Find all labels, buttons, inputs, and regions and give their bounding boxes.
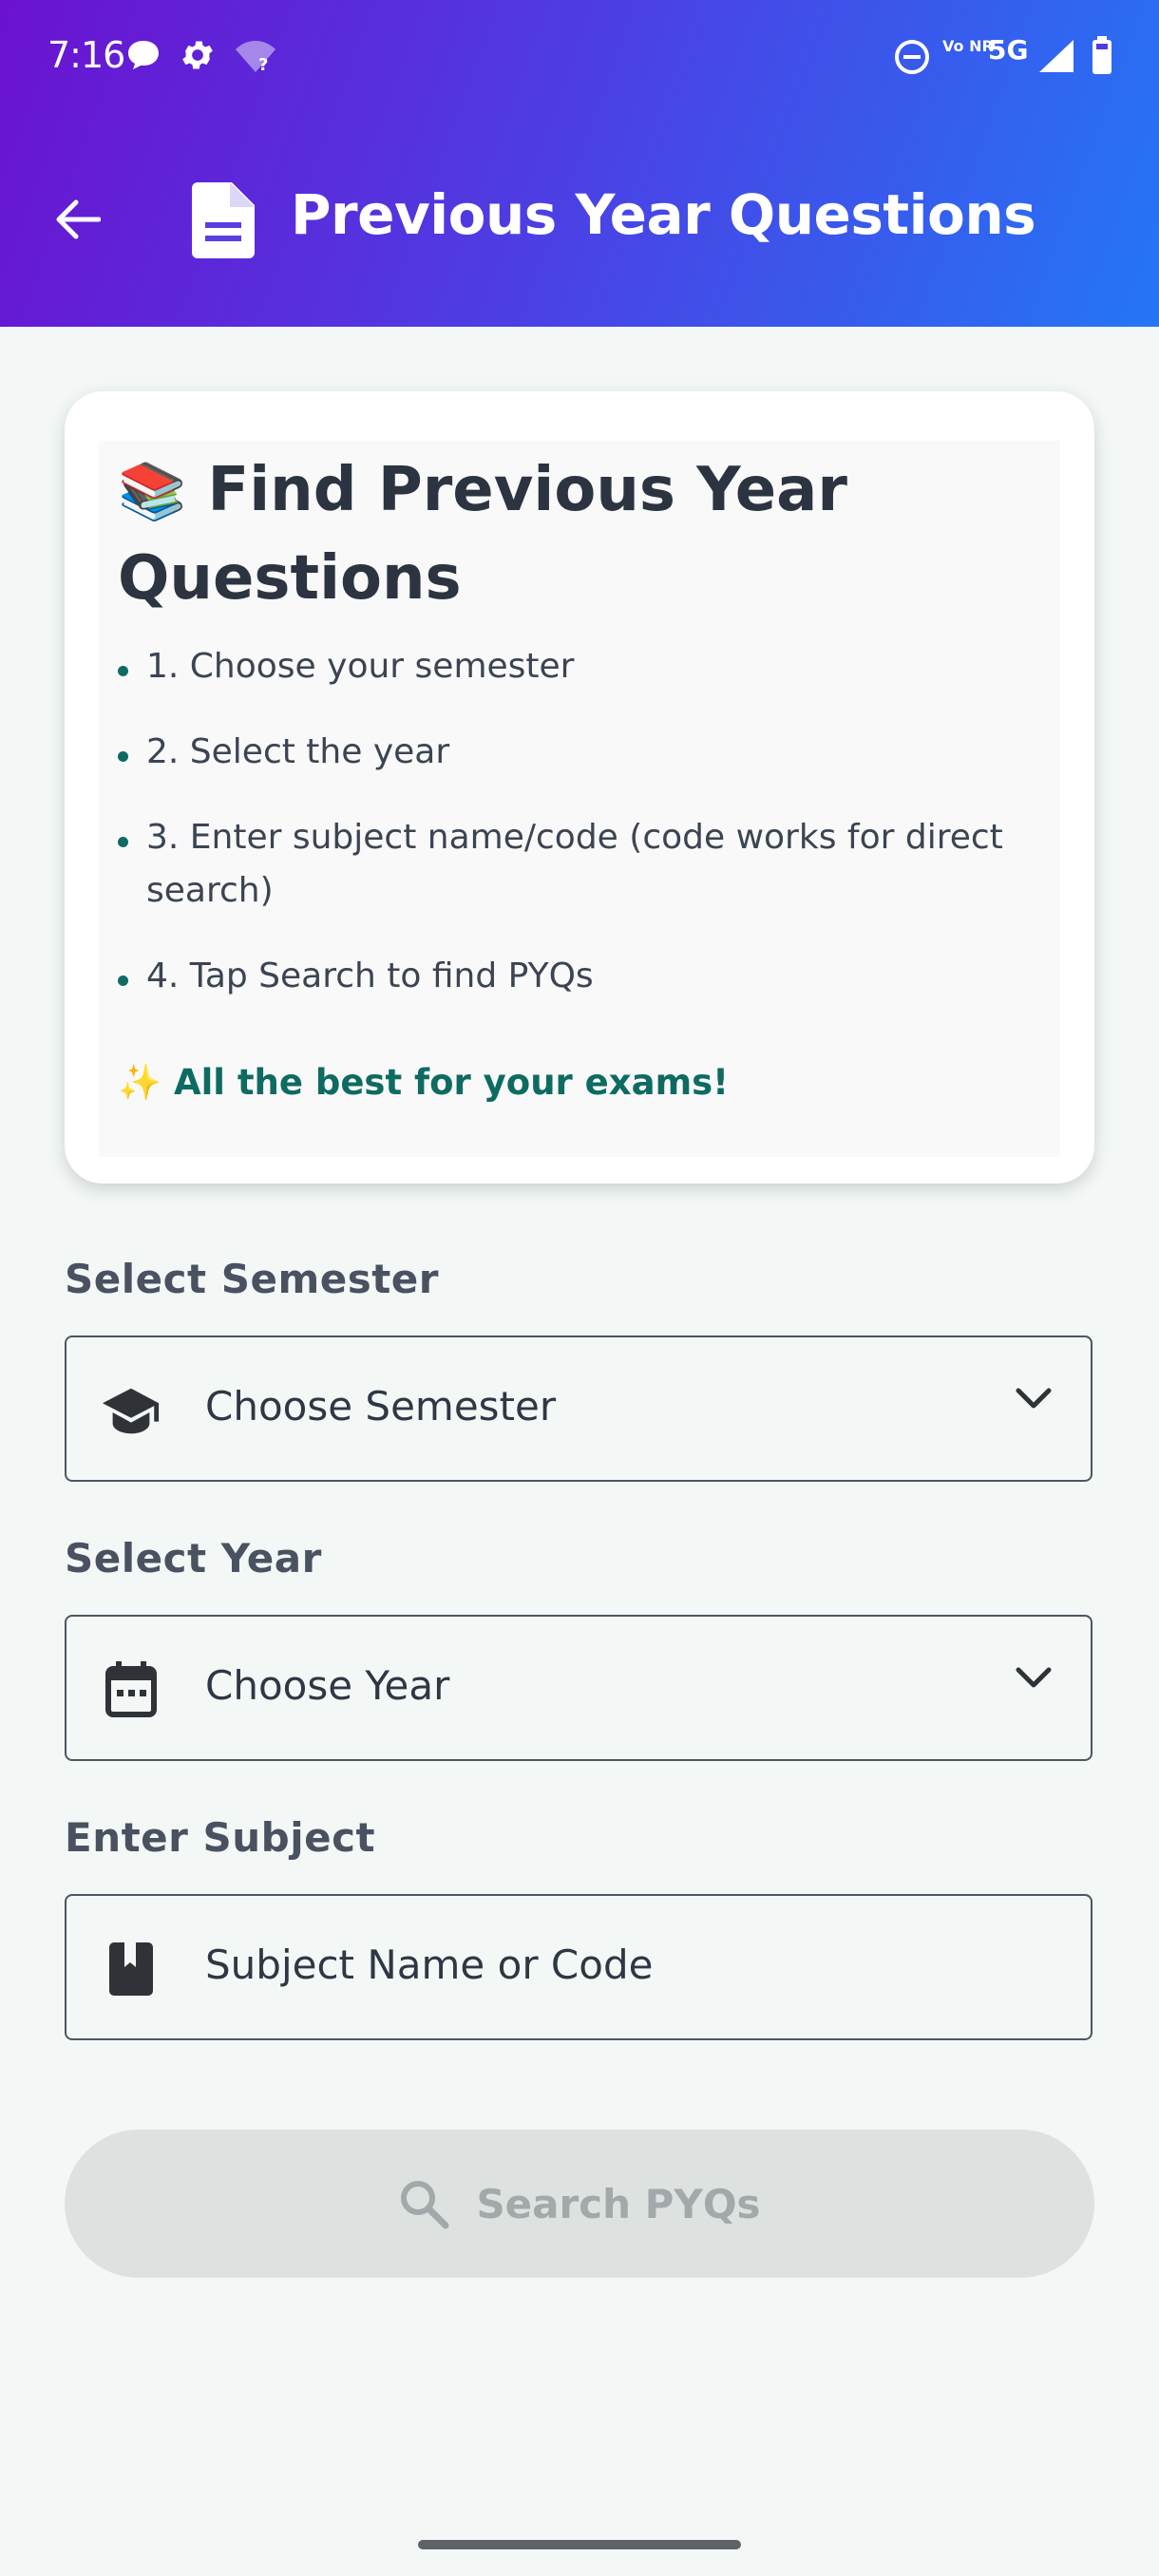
book-icon <box>101 1939 162 1999</box>
books-emoji-icon: 📚 <box>118 459 187 523</box>
instruction-step-text: 1. Choose your semester <box>146 647 575 686</box>
volte-indicator: Vo NR <box>942 37 994 55</box>
bullet-dot <box>118 666 128 676</box>
chevron-down-icon <box>1015 1387 1053 1415</box>
instructions-card: 📚 Find Previous Year Questions 1. Choose… <box>65 391 1094 1184</box>
bullet-dot <box>118 751 128 762</box>
chat-bubble-icon <box>125 38 162 76</box>
subject-input[interactable]: Subject Name or Code <box>65 1894 1092 2040</box>
instruction-step-text: 3. Enter subject name/code (code works f… <box>146 818 1003 910</box>
settings-gear-icon <box>179 36 217 78</box>
semester-label: Select Semester <box>65 1256 439 1302</box>
svg-text:?: ? <box>258 55 268 74</box>
search-pyqs-button[interactable]: Search PYQs <box>65 2130 1094 2278</box>
good-luck-text: All the best for your exams! <box>173 1062 730 1103</box>
status-bar: 7:16 ? Vo NR 5G <box>0 0 1159 114</box>
bullet-dot <box>118 975 128 986</box>
home-indicator[interactable] <box>418 2540 741 2549</box>
subject-label: Enter Subject <box>65 1814 376 1861</box>
app-header: 7:16 ? Vo NR 5G Previous Year Questions <box>0 0 1159 327</box>
subject-input-placeholder: Subject Name or Code <box>205 1941 654 1988</box>
calendar-icon <box>101 1659 162 1720</box>
status-time: 7:16 <box>48 34 125 76</box>
good-luck-message: ✨ All the best for your exams! <box>118 1062 729 1104</box>
semester-dropdown[interactable]: Choose Semester <box>65 1335 1092 1482</box>
instructions-title: 📚 Find Previous Year Questions <box>118 446 1049 622</box>
back-button[interactable] <box>44 186 110 253</box>
wifi-unknown-icon: ? <box>234 38 277 78</box>
arrow-left-icon <box>56 199 101 239</box>
document-icon <box>192 182 255 262</box>
sparkles-emoji-icon: ✨ <box>118 1062 162 1103</box>
chevron-down-icon <box>1015 1666 1053 1695</box>
battery-icon <box>1091 36 1113 80</box>
year-dropdown[interactable]: Choose Year <box>65 1615 1092 1761</box>
semester-selected-value: Choose Semester <box>205 1383 557 1430</box>
search-button-label: Search PYQs <box>476 2180 761 2227</box>
network-type-label: 5G <box>988 34 1029 66</box>
instruction-step-text: 4. Tap Search to find PYQs <box>146 957 594 995</box>
instruction-step-text: 2. Select the year <box>146 732 450 771</box>
instructions-panel: 📚 Find Previous Year Questions 1. Choose… <box>99 441 1060 1157</box>
instructions-title-text: Find Previous Year Questions <box>118 455 847 614</box>
do-not-disturb-icon <box>893 38 931 80</box>
page-title: Previous Year Questions <box>291 182 1036 247</box>
bullet-dot <box>118 837 128 847</box>
year-selected-value: Choose Year <box>205 1662 450 1709</box>
search-icon <box>398 2178 449 2229</box>
graduation-cap-icon <box>101 1380 162 1441</box>
year-label: Select Year <box>65 1535 322 1582</box>
signal-strength-icon <box>1037 38 1075 78</box>
